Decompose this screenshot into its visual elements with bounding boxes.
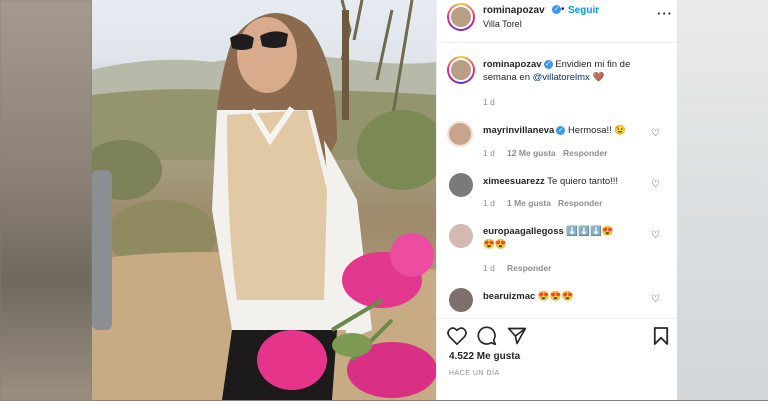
heart-icon[interactable]: ♡: [651, 180, 661, 190]
post-sidebar: rominapozav ✓ • Seguir Villa Torel ··· r…: [436, 0, 677, 400]
reply-button[interactable]: Responder: [563, 148, 607, 158]
comment-time: 1 d: [483, 263, 495, 273]
separator-dot: •: [561, 4, 565, 15]
comment-body: mayrinvillaneva ✓ Hermosa!! 😉: [483, 124, 626, 137]
comment-username[interactable]: mayrinvillaneva: [483, 125, 554, 136]
comment-username[interactable]: ximeesuarezz: [483, 176, 545, 187]
heart-icon[interactable]: [447, 327, 467, 345]
comment-text: Hermosa!! 😉: [567, 125, 627, 136]
caption-time: 1 d: [483, 97, 495, 107]
heart-icon[interactable]: ♡: [651, 295, 661, 305]
post-timestamp: HACE UN DÍA: [449, 370, 500, 377]
comment-likes[interactable]: 1 Me gusta: [507, 198, 551, 208]
heart-icon[interactable]: ♡: [651, 129, 661, 139]
post-location[interactable]: Villa Torel: [483, 19, 522, 29]
commenter-avatar[interactable]: [447, 121, 473, 147]
comment-text: ⬇️⬇️⬇️😍: [566, 226, 614, 237]
comment-icon[interactable]: [477, 326, 497, 346]
comment-username[interactable]: europaagallegoss: [483, 226, 564, 237]
comment-text: 😍😍😍: [537, 291, 574, 302]
paper-plane-icon[interactable]: [507, 326, 527, 346]
comment-time: 1 d: [483, 148, 495, 158]
caption-username[interactable]: rominapozav: [483, 59, 542, 70]
commenter-avatar[interactable]: [449, 288, 473, 312]
author-avatar[interactable]: [447, 3, 475, 31]
verified-badge-icon: ✓: [556, 125, 566, 135]
post-photo[interactable]: [92, 0, 436, 400]
verified-badge-icon: ✓: [552, 5, 561, 14]
comment-body: ximeesuarezz Te quiero tanto!!!: [483, 175, 618, 188]
post-header: rominapozav ✓ • Seguir Villa Torel ···: [437, 0, 677, 43]
comment-time: 1 d: [483, 198, 495, 208]
author-username[interactable]: rominapozav: [483, 5, 545, 16]
comment-username[interactable]: bearuizmac: [483, 291, 535, 302]
reply-button[interactable]: Responder: [558, 198, 602, 208]
commenter-avatar[interactable]: [449, 224, 473, 248]
caption: rominapozav ✓ Envidien mi fin de semana e…: [483, 58, 663, 84]
comment-body: europaagallegoss ⬇️⬇️⬇️😍 😍😍: [483, 225, 643, 251]
like-count[interactable]: 4.522 Me gusta: [449, 351, 520, 362]
comment-body: bearuizmac 😍😍😍: [483, 290, 573, 303]
comment-likes[interactable]: 12 Me gusta: [507, 148, 556, 158]
comment-text-line2: 😍😍: [483, 239, 507, 250]
photo-illustration: [92, 0, 436, 400]
follow-button[interactable]: Seguir: [568, 5, 599, 16]
caption-avatar[interactable]: [447, 56, 475, 84]
reply-button[interactable]: Responder: [507, 263, 551, 273]
background-blur-right: [676, 0, 768, 400]
verified-badge-icon: ✓: [543, 59, 553, 69]
comment-text: Te quiero tanto!!!: [547, 176, 619, 187]
more-dots-icon[interactable]: ···: [657, 6, 673, 21]
commenter-avatar[interactable]: [449, 173, 473, 197]
caption-emoji: 🤎: [592, 72, 605, 83]
post-actions: 4.522 Me gusta HACE UN DÍA: [437, 318, 677, 401]
heart-icon[interactable]: ♡: [651, 231, 661, 241]
background-blur-left: [0, 0, 92, 400]
caption-mention-link[interactable]: @villatorelmx: [533, 72, 590, 83]
bookmark-icon[interactable]: [653, 326, 669, 346]
